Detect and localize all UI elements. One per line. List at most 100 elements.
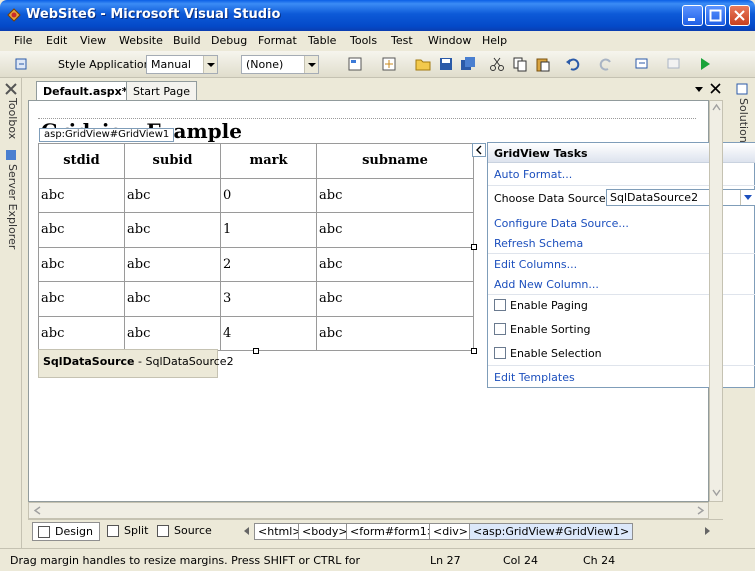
data-source-select[interactable]: SqlDataSource2 [606,189,755,206]
close-button[interactable] [729,5,750,26]
datasource-type: SqlDataSource [43,355,135,368]
split-view-label: Split [124,524,149,537]
view-switcher-bar: Design Split Source <html> <body> <form#… [28,519,723,543]
table-cell: abc [124,315,221,351]
resize-handle-corner[interactable] [471,348,477,354]
menu-debug[interactable]: Debug [211,34,247,47]
split-view-button[interactable]: Split [102,522,154,541]
smart-tag-collapse-button[interactable] [472,143,486,157]
undo-icon[interactable] [565,56,581,72]
header-row: stdid subid mark subname [38,143,474,179]
menu-edit[interactable]: Edit [46,34,67,47]
enable-sorting-checkbox[interactable] [494,323,506,335]
menu-tools[interactable]: Tools [350,34,377,47]
target-rule-select[interactable]: (None) [241,55,319,74]
breadcrumb-div[interactable]: <div> [429,523,472,540]
table-cell: abc [38,177,125,213]
table-cell: 0 [220,177,317,213]
choose-data-source-label: Choose Data Source: [494,192,610,205]
minimize-button[interactable] [682,5,703,26]
toolbox-tab[interactable]: Toolbox [3,98,19,139]
edit-columns-link[interactable]: Edit Columns... [494,258,577,271]
menu-build[interactable]: Build [173,34,201,47]
navigate-backward-icon[interactable] [634,56,650,72]
maximize-icon [709,9,722,22]
menu-file[interactable]: File [14,34,32,47]
save-all-icon[interactable] [460,56,476,72]
style-application-select[interactable]: Manual [146,55,218,74]
table-cell: 3 [220,281,317,317]
start-debugging-icon[interactable] [697,56,713,72]
sqldatasource-control[interactable]: SqlDataSource - SqlDataSource2 [38,349,234,378]
horizontal-scrollbar[interactable] [28,502,709,519]
split-view-icon [107,525,119,537]
toolbox-icon [5,83,17,95]
gridview[interactable]: stdid subid mark subname abc abc 0 abc abc a… [38,143,474,351]
enable-selection-checkbox[interactable] [494,347,506,359]
maximize-button[interactable] [705,5,726,26]
design-view-icon [38,526,50,538]
redo-icon[interactable] [598,56,614,72]
edit-templates-link[interactable]: Edit Templates [494,371,575,384]
add-new-column-link[interactable]: Add New Column... [494,278,599,291]
breadcrumb-body[interactable]: <body> [298,523,352,540]
navigate-forward-icon[interactable] [666,56,682,72]
breadcrumb-form[interactable]: <form#form1> [346,523,440,540]
source-view-button[interactable]: Source [152,522,218,541]
menu-window[interactable]: Window [428,34,471,47]
menu-test[interactable]: Test [391,34,413,47]
table-cell: abc [124,281,221,317]
vertical-scrollbar[interactable] [709,100,723,502]
scroll-up-icon[interactable] [712,103,721,111]
target-rule-value: (None) [246,58,284,71]
menu-format[interactable]: Format [258,34,297,47]
tab-default-aspx[interactable]: Default.aspx* [36,81,135,100]
attach-style-icon[interactable] [381,56,397,72]
breadcrumb-gridview[interactable]: <asp:GridView#GridView1> [469,523,634,540]
close-document-icon[interactable] [710,83,721,94]
scroll-right-icon[interactable] [697,506,705,515]
chevron-left-icon [476,145,482,155]
data-source-value: SqlDataSource2 [610,191,699,204]
tab-start-page[interactable]: Start Page [126,81,197,100]
table-cell: abc [38,281,125,317]
resize-handle-right[interactable] [471,244,477,250]
status-line: Ln 27 [430,554,461,567]
column-header: mark [220,143,317,179]
auto-format-link[interactable]: Auto Format... [494,168,572,181]
paste-icon[interactable] [535,56,551,72]
cut-icon[interactable] [489,56,505,72]
table-cell: abc [316,281,474,317]
configure-data-source-link[interactable]: Configure Data Source... [494,217,629,230]
menu-table[interactable]: Table [308,34,336,47]
scroll-down-icon[interactable] [712,489,721,497]
menu-view[interactable]: View [80,34,106,47]
resize-handle-bottom[interactable] [253,348,259,354]
status-message: Drag margin handles to resize margins. P… [10,554,360,567]
table-cell: abc [38,212,125,248]
scroll-left-icon[interactable] [33,506,41,515]
enable-selection-label[interactable]: Enable Selection [510,347,602,360]
gridview-tag[interactable]: asp:GridView#GridView1 [39,128,175,142]
new-style-icon[interactable] [347,56,363,72]
enable-sorting-label[interactable]: Enable Sorting [510,323,591,336]
server-explorer-icon [6,150,16,160]
solution-explorer-tab[interactable]: Solution [734,98,750,143]
breadcrumb-right-icon[interactable] [704,526,712,536]
menu-help[interactable]: Help [482,34,507,47]
new-item-icon[interactable] [14,56,30,72]
enable-paging-checkbox[interactable] [494,299,506,311]
table-row: abc abc 0 abc [38,177,474,213]
open-folder-icon[interactable] [415,56,431,72]
copy-icon[interactable] [512,56,528,72]
menu-bar: File Edit View Website Build Debug Forma… [0,31,755,51]
tab-list-icon[interactable] [694,84,704,94]
save-icon[interactable] [438,56,454,72]
enable-paging-label[interactable]: Enable Paging [510,299,588,312]
server-explorer-tab[interactable]: Server Explorer [3,164,19,249]
design-view-button[interactable]: Design [32,522,100,541]
menu-website[interactable]: Website [119,34,163,47]
close-icon [734,10,745,21]
refresh-schema-link[interactable]: Refresh Schema [494,237,583,250]
breadcrumb-left-icon[interactable] [242,526,250,536]
